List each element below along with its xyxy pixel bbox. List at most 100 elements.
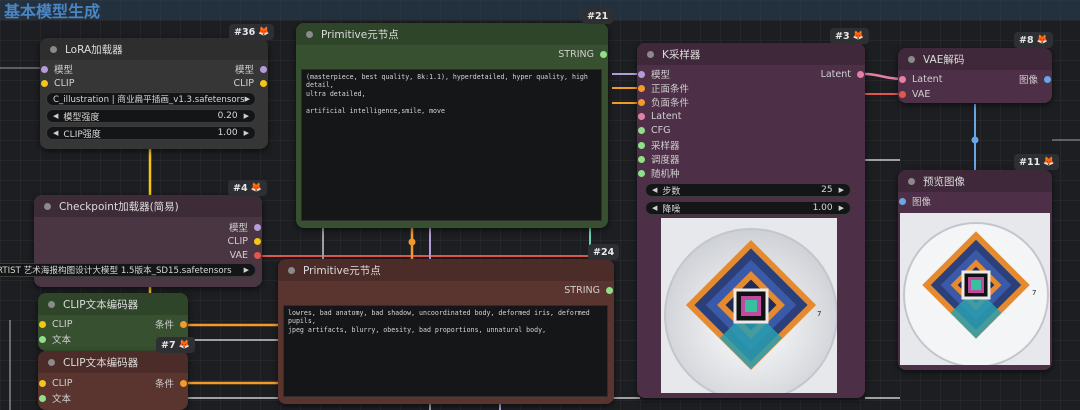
denoise-stepper[interactable]: ◀ 降噪 1.00 ▶ — [645, 201, 851, 215]
lora-node-header[interactable]: LoRA加载器 — [40, 38, 268, 60]
chevron-right-icon[interactable]: ▶ — [244, 129, 249, 137]
socket-icon[interactable] — [638, 112, 645, 120]
socket-icon[interactable] — [180, 379, 187, 387]
ks-output-latent[interactable]: Latent — [821, 67, 864, 81]
collapse-dot-icon[interactable] — [48, 358, 55, 366]
prim-pos-textarea[interactable]: (masterpiece, best quality, 8k:1.1), hyp… — [301, 69, 602, 221]
collapse-dot-icon[interactable] — [908, 55, 915, 63]
ckpt-output-model[interactable]: 模型 — [229, 220, 261, 234]
chevron-left-icon[interactable]: ◀ — [652, 204, 657, 212]
socket-icon[interactable] — [39, 335, 46, 343]
socket-icon[interactable] — [899, 75, 906, 83]
collapse-dot-icon[interactable] — [48, 300, 55, 308]
lora-input-model[interactable]: 模型 — [41, 62, 73, 76]
prim-neg-output[interactable]: STRING — [564, 283, 613, 297]
socket-icon[interactable] — [638, 126, 645, 134]
socket-icon[interactable] — [39, 394, 46, 402]
preview-output-image[interactable]: 7 — [900, 213, 1050, 365]
prim-neg-header[interactable]: Primitive元节点 — [278, 259, 614, 281]
socket-icon[interactable] — [254, 223, 261, 231]
chevron-right-icon[interactable]: ▶ — [244, 266, 249, 274]
socket-icon[interactable] — [606, 286, 613, 294]
socket-icon[interactable] — [638, 84, 645, 92]
chevron-left-icon[interactable]: ◀ — [652, 186, 657, 194]
chevron-left-icon[interactable]: ◀ — [53, 112, 58, 120]
node-canvas[interactable]: 基本模型生成 #36 🦊 LoRA加载器 模型 CLIP 模型 CLIP C_i… — [0, 0, 1080, 410]
steps-stepper[interactable]: ◀ 步数 25 ▶ — [645, 183, 851, 197]
ckpt-node-header[interactable]: Checkpoint加载器(简易) — [34, 195, 262, 217]
clip-strength-stepper[interactable]: ◀ CLIP强度 1.00 ▶ — [46, 126, 256, 140]
collapse-dot-icon[interactable] — [44, 202, 51, 210]
ks-input-latent[interactable]: Latent — [638, 109, 681, 123]
preview-image-node[interactable]: 预览图像 图像 7 — [898, 170, 1052, 370]
socket-icon[interactable] — [254, 251, 261, 259]
socket-icon[interactable] — [180, 320, 187, 328]
lora-output-clip[interactable]: CLIP — [234, 76, 267, 90]
clip1-header[interactable]: CLIP文本编码器 — [38, 293, 188, 315]
chevron-right-icon[interactable]: ▶ — [245, 95, 250, 103]
chevron-left-icon[interactable]: ◀ — [53, 129, 58, 137]
model-strength-stepper[interactable]: ◀ 模型强度 0.20 ▶ — [46, 109, 256, 123]
clip2-input-text[interactable]: 文本 — [39, 391, 71, 405]
ks-input-positive[interactable]: 正面条件 — [638, 81, 689, 95]
clip2-header[interactable]: CLIP文本编码器 — [38, 351, 188, 373]
socket-icon[interactable] — [857, 70, 864, 78]
preview-input-image[interactable]: 图像 — [899, 194, 931, 208]
vae-input-latent[interactable]: Latent — [899, 72, 942, 86]
vae-header[interactable]: VAE解码 — [898, 48, 1052, 70]
ksampler-header[interactable]: K采样器 — [637, 43, 865, 65]
vae-input-vae[interactable]: VAE — [899, 87, 930, 101]
ksampler-preview-image[interactable]: 7 — [661, 218, 837, 393]
clip1-output-cond[interactable]: 条件 — [155, 317, 187, 331]
collapse-dot-icon[interactable] — [306, 30, 313, 38]
socket-icon[interactable] — [638, 141, 645, 149]
ks-input-seed[interactable]: 随机种 — [638, 166, 680, 180]
lora-name-select[interactable]: C_illustration | 商业扁平插画_v1.3.safetensors… — [46, 92, 256, 106]
lora-output-model[interactable]: 模型 — [235, 62, 267, 76]
socket-icon[interactable] — [254, 237, 261, 245]
vae-decode-node[interactable]: VAE解码 Latent VAE 图像 — [898, 48, 1052, 103]
socket-icon[interactable] — [638, 98, 645, 106]
ks-input-negative[interactable]: 负面条件 — [638, 95, 689, 109]
ks-input-model[interactable]: 模型 — [638, 67, 670, 81]
clip2-input-clip[interactable]: CLIP — [39, 376, 72, 390]
prim-neg-textarea[interactable]: lowres, bad anatomy, bad shadow, uncoord… — [283, 305, 608, 397]
socket-icon[interactable] — [638, 169, 645, 177]
ks-input-sampler[interactable]: 采样器 — [638, 138, 680, 152]
collapse-dot-icon[interactable] — [647, 50, 654, 58]
socket-icon[interactable] — [899, 197, 906, 205]
socket-icon[interactable] — [260, 79, 267, 87]
socket-icon[interactable] — [600, 50, 607, 58]
clip2-output-cond[interactable]: 条件 — [155, 376, 187, 390]
primitive-negative-node[interactable]: Primitive元节点 STRING lowres, bad anatomy,… — [278, 259, 614, 404]
socket-icon[interactable] — [41, 65, 48, 73]
collapse-dot-icon[interactable] — [908, 177, 915, 185]
socket-icon[interactable] — [899, 90, 906, 98]
chevron-right-icon[interactable]: ▶ — [244, 112, 249, 120]
ckpt-output-clip[interactable]: CLIP — [228, 234, 261, 248]
socket-icon[interactable] — [638, 155, 645, 163]
socket-icon[interactable] — [41, 79, 48, 87]
socket-icon[interactable] — [39, 379, 46, 387]
lora-input-clip[interactable]: CLIP — [41, 76, 74, 90]
ckpt-name-select[interactable]: RTIST 艺术海报构图设计大模型 1.5版本_SD15.safetensors… — [0, 263, 256, 277]
preview-header[interactable]: 预览图像 — [898, 170, 1052, 192]
chevron-right-icon[interactable]: ▶ — [839, 186, 844, 194]
collapse-dot-icon[interactable] — [288, 266, 295, 274]
socket-icon[interactable] — [638, 70, 645, 78]
lora-loader-node[interactable]: LoRA加载器 模型 CLIP 模型 CLIP C_illustration |… — [40, 38, 268, 149]
collapse-dot-icon[interactable] — [50, 45, 57, 53]
clip-encoder-negative-node[interactable]: CLIP文本编码器 CLIP 文本 条件 — [38, 351, 188, 410]
clip1-input-text[interactable]: 文本 — [39, 332, 71, 346]
socket-icon[interactable] — [39, 320, 46, 328]
socket-icon[interactable] — [1044, 75, 1051, 83]
prim-pos-output[interactable]: STRING — [558, 47, 607, 61]
chevron-right-icon[interactable]: ▶ — [839, 204, 844, 212]
socket-icon[interactable] — [260, 65, 267, 73]
primitive-positive-node[interactable]: Primitive元节点 STRING (masterpiece, best q… — [296, 23, 608, 228]
ks-input-cfg[interactable]: CFG — [638, 123, 670, 137]
prim-pos-header[interactable]: Primitive元节点 — [296, 23, 608, 45]
vae-output-image[interactable]: 图像 — [1019, 72, 1051, 86]
ksampler-node[interactable]: K采样器 模型 正面条件 负面条件 Latent CFG 采样器 调度器 随机种… — [637, 43, 865, 398]
ks-input-scheduler[interactable]: 调度器 — [638, 152, 680, 166]
